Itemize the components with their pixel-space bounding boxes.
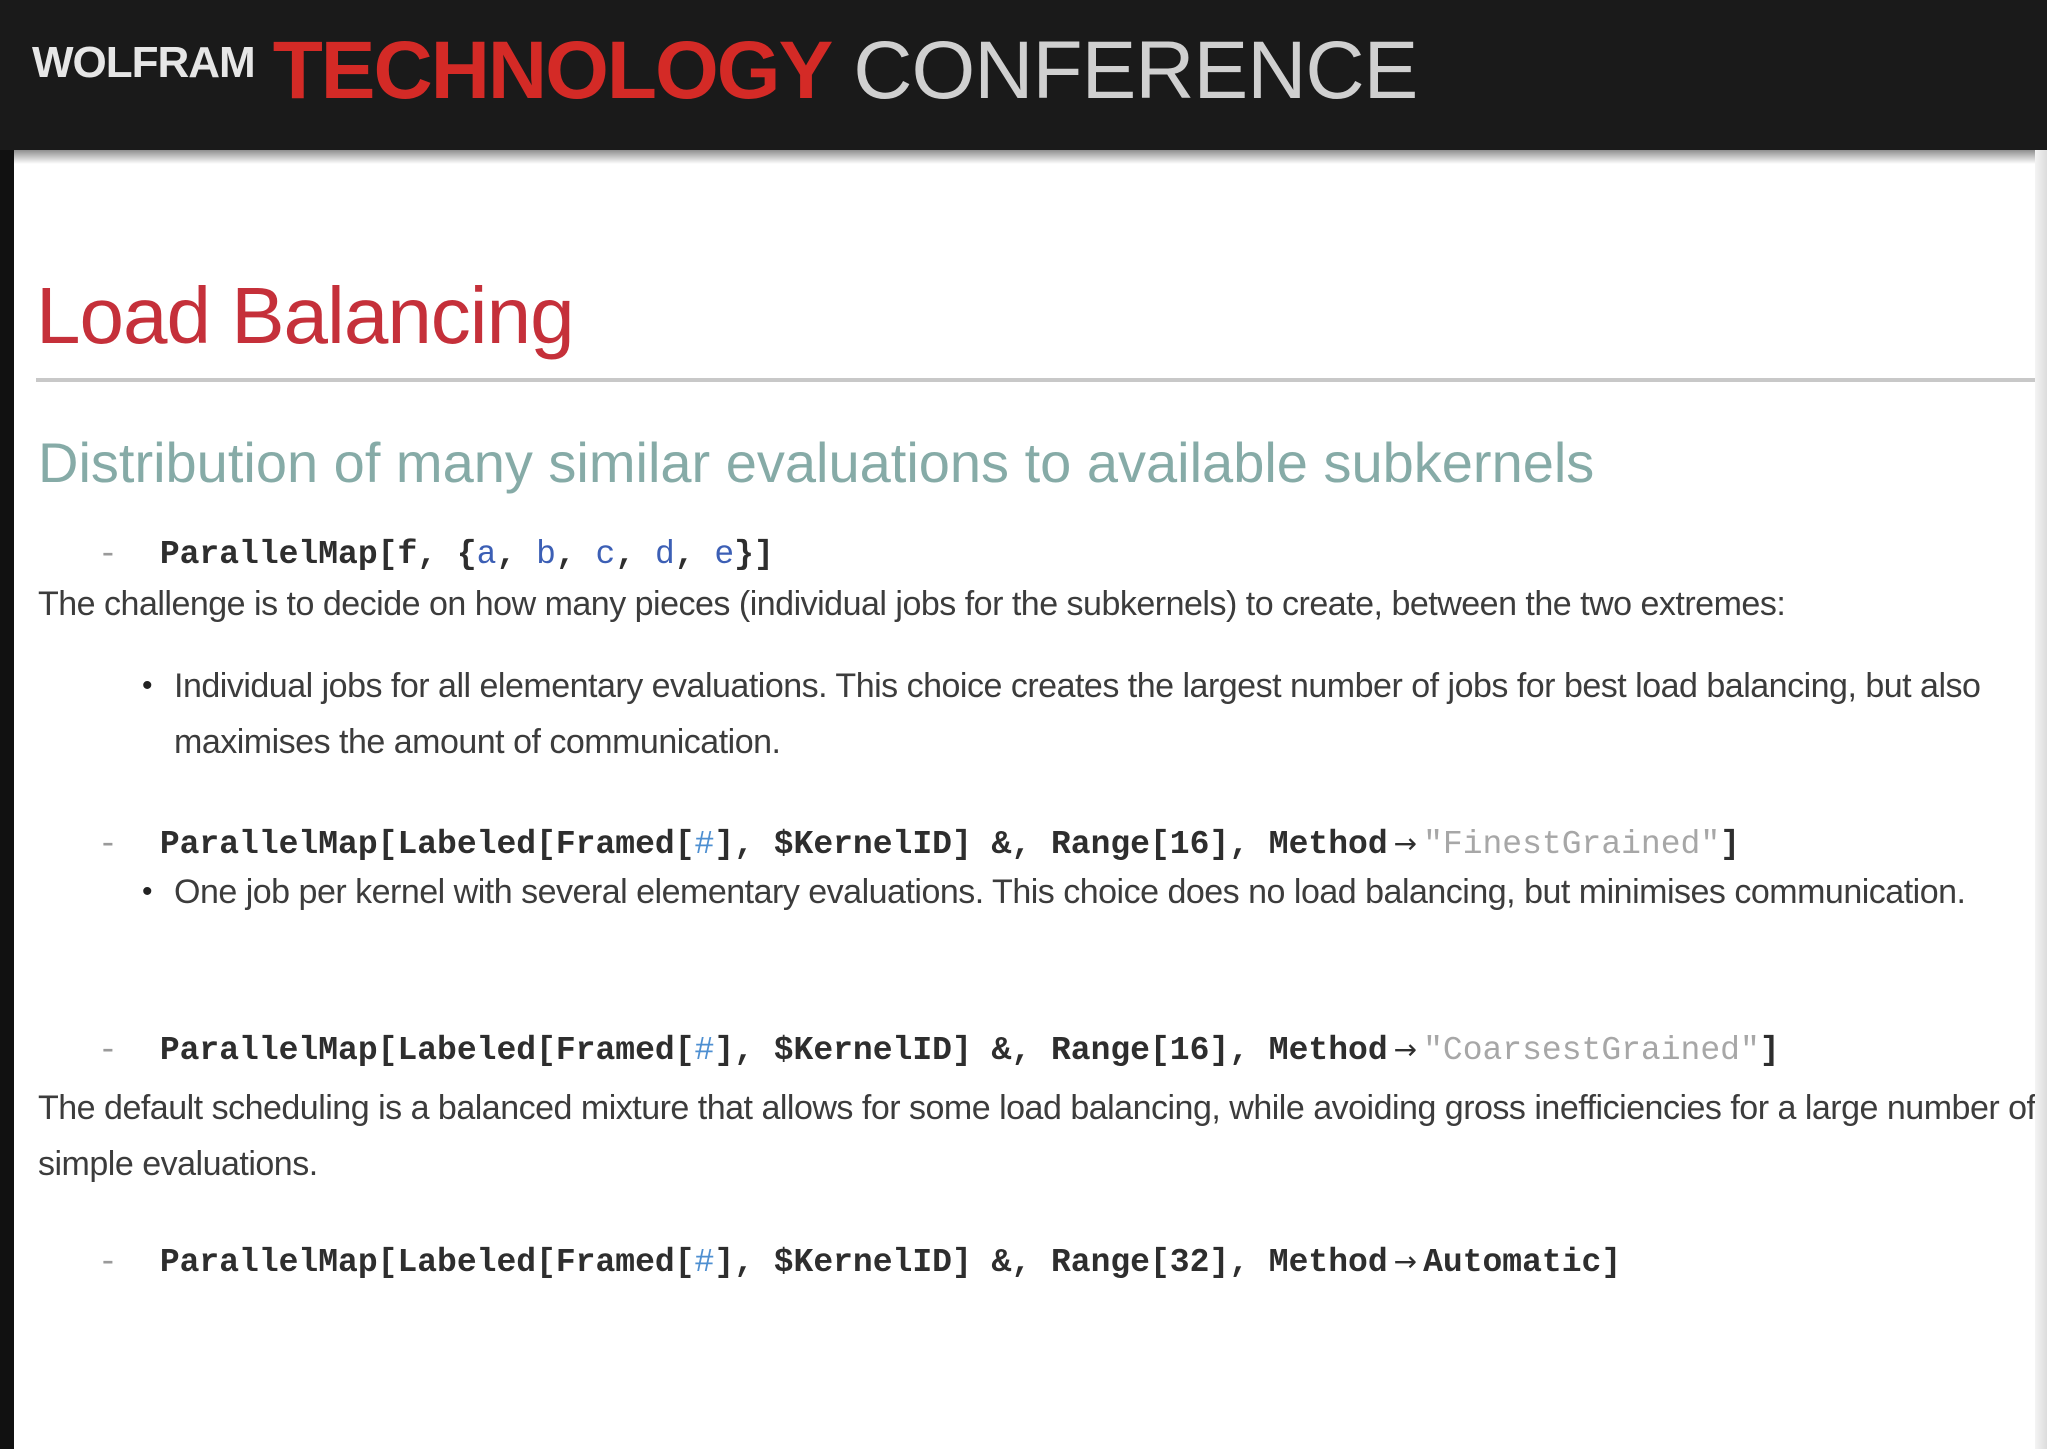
brand-technology: TECHNOLOGY	[272, 25, 834, 116]
rule-arrow-icon: →	[1393, 1033, 1418, 1066]
code-input-automatic[interactable]: - ParallelMap[Labeled[Framed[#], $KernelI…	[98, 1244, 1621, 1281]
cell-dash-icon: -	[98, 1032, 118, 1069]
paragraph-default-scheduling: The default scheduling is a balanced mix…	[38, 1089, 2036, 1183]
window-right-edge	[2035, 150, 2047, 1449]
title-divider	[36, 378, 2046, 382]
brand-conference: CONFERENCE	[853, 25, 1418, 116]
rule-arrow-icon: →	[1393, 827, 1418, 860]
paragraph-challenge: The challenge is to decide on how many p…	[38, 585, 1786, 623]
slide-subtitle: Distribution of many similar evaluations…	[38, 431, 1595, 494]
conference-logo: WOLFRAM TECHNOLOGY CONFERENCE	[32, 24, 1418, 118]
code-input-coarsest-grained[interactable]: - ParallelMap[Labeled[Framed[#], $KernelI…	[98, 1032, 1780, 1069]
banner-shadow	[14, 150, 2047, 164]
cell-dash-icon: -	[98, 536, 118, 573]
bullet-text: Individual jobs for all elementary evalu…	[174, 667, 1981, 761]
cell-dash-icon: -	[98, 1244, 118, 1281]
slide-title: Load Balancing	[36, 271, 575, 360]
notebook-slide: Load Balancing Distribution of many simi…	[14, 152, 2047, 1449]
bullet-icon: •	[142, 875, 153, 908]
conference-banner: WOLFRAM TECHNOLOGY CONFERENCE	[0, 0, 2047, 150]
brand-wolfram: WOLFRAM	[32, 38, 256, 87]
bullet-finest-grained: • Individual jobs for all elementary eva…	[142, 658, 2044, 770]
code-input-finest-grained[interactable]: - ParallelMap[Labeled[Framed[#], $KernelI…	[98, 826, 1740, 863]
rule-arrow-icon: →	[1393, 1245, 1418, 1278]
bullet-icon: •	[142, 669, 153, 702]
bullet-text: One job per kernel with several elementa…	[174, 873, 1966, 911]
code-input-parallelmap-basic[interactable]: - ParallelMap[f, {a, b, c, d, e}]	[98, 536, 774, 573]
cell-dash-icon: -	[98, 826, 118, 863]
bullet-coarsest-grained: • One job per kernel with several elemen…	[142, 864, 2044, 920]
